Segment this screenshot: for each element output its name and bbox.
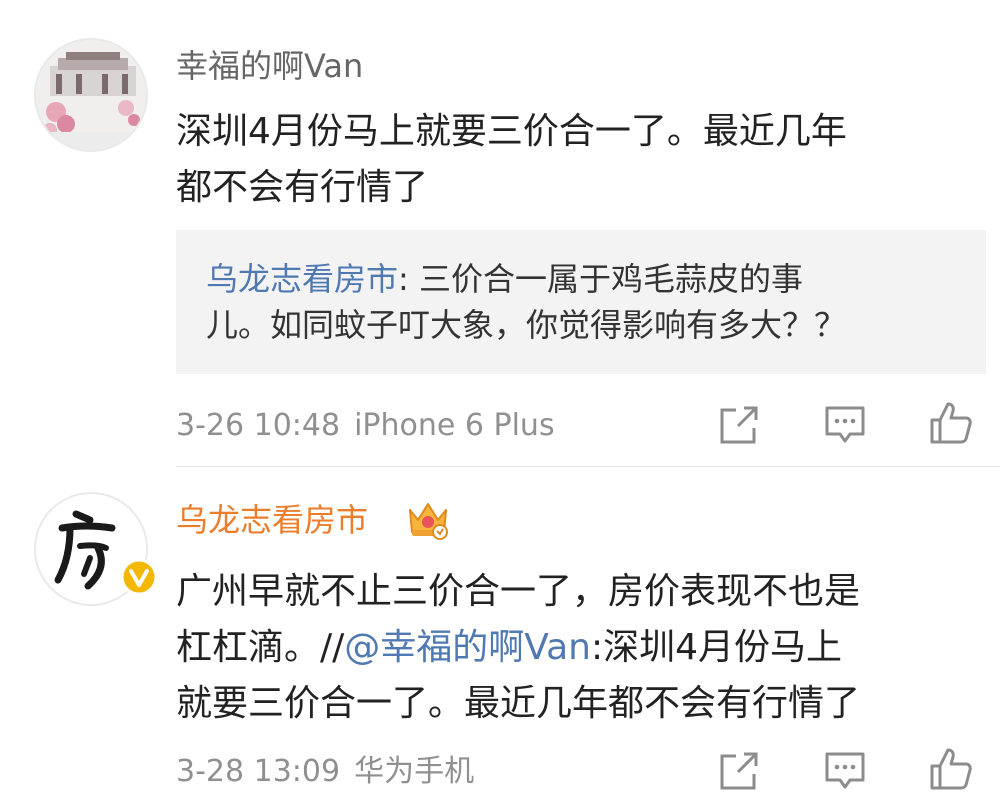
comment-text-line: 杠杠滴。//@幸福的啊Van:深圳4月份马上: [176, 620, 986, 676]
username[interactable]: 乌龙志看房市: [176, 500, 368, 540]
share-button[interactable]: [716, 402, 762, 448]
quoted-reply-text: 乌龙志看房市: 三价合一属于鸡毛蒜皮的事 儿。如同蚊子叮大象，你觉得影响有多大？…: [206, 256, 846, 348]
verified-v-icon: [120, 558, 158, 596]
comment-button[interactable]: [822, 402, 868, 448]
comment-icon: [825, 752, 865, 789]
comment-text: 深圳4月份马上就要三价合一了。最近几年 都不会有行情了: [176, 104, 976, 216]
quoted-reply-line: 儿。如同蚊子叮大象，你觉得影响有多大？？: [206, 306, 847, 344]
comment-divider: [176, 466, 1000, 467]
comment-meta: 3-28 13:09 华为手机: [176, 754, 474, 790]
text-part: 杠杠滴。//: [176, 627, 345, 668]
user-avatar[interactable]: [34, 38, 148, 152]
like-button[interactable]: [928, 400, 974, 446]
like-icon: [930, 748, 972, 790]
comment-text-line: 深圳4月份马上就要三价合一了。最近几年: [176, 111, 847, 152]
share-icon: [720, 752, 758, 790]
quoted-reply[interactable]: 乌龙志看房市: 三价合一属于鸡毛蒜皮的事 儿。如同蚊子叮大象，你觉得影响有多大？…: [176, 230, 986, 374]
text-part: :深圳4月份马上: [590, 627, 843, 668]
device-source: 华为手机: [354, 754, 475, 789]
share-icon: [720, 406, 758, 444]
like-icon: [930, 402, 972, 444]
vip-crown-icon: [409, 503, 448, 540]
quoted-text-part: 三价合一属于鸡毛蒜皮的事: [408, 260, 803, 298]
timestamp: 3-28 13:09: [176, 754, 341, 789]
timestamp: 3-26 10:48: [176, 408, 341, 443]
comment-meta: 3-26 10:48 iPhone 6 Plus: [176, 408, 555, 444]
comment-text-line: 都不会有行情了: [176, 167, 429, 208]
comment-text-line: 就要三价合一了。最近几年都不会有行情了: [176, 683, 861, 724]
like-button[interactable]: [928, 746, 974, 792]
landscape-avatar-icon: [36, 40, 146, 150]
comment-button[interactable]: [822, 748, 868, 794]
comment-icon: [825, 406, 865, 443]
mention-link[interactable]: @幸福的啊Van: [344, 627, 591, 668]
user-avatar[interactable]: [34, 492, 158, 606]
device-source: iPhone 6 Plus: [354, 408, 555, 443]
quote-separator: :: [398, 260, 409, 298]
share-button[interactable]: [716, 748, 762, 794]
comment-text-line: 广州早就不止三价合一了，房价表现不也是: [176, 571, 861, 612]
username[interactable]: 幸福的啊Van: [176, 46, 363, 86]
comment-text: 广州早就不止三价合一了，房价表现不也是 杠杠滴。//@幸福的啊Van:深圳4月份…: [176, 564, 986, 732]
quoted-reply-line: 乌龙志看房市: 三价合一属于鸡毛蒜皮的事: [206, 256, 846, 302]
quoted-author-link[interactable]: 乌龙志看房市: [206, 260, 398, 298]
